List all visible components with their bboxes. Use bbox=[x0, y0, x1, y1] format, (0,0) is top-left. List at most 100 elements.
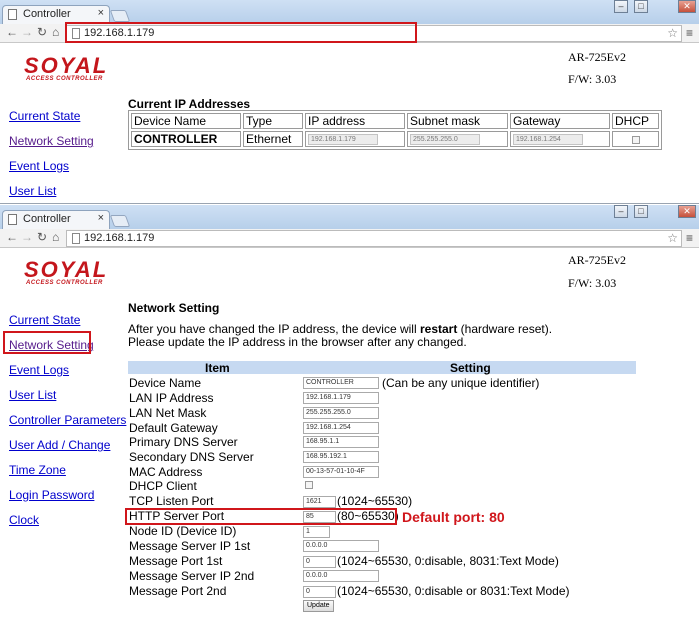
firmware-version: F/W: 3.03 bbox=[568, 72, 617, 86]
message-server-ip-1st-input[interactable]: 0.0.0.0 bbox=[303, 540, 379, 552]
device-name-note: (Can be any unique identifier) bbox=[382, 376, 540, 390]
reload-icon[interactable]: ↻ bbox=[37, 230, 47, 244]
settings-table-header: Item Setting bbox=[128, 361, 636, 375]
tab-title: Controller bbox=[23, 213, 71, 225]
device-model: AR-725Ev2 bbox=[568, 50, 626, 64]
cell-mask: 255.255.255.0 bbox=[407, 131, 508, 147]
sidebar-link-user-list[interactable]: User List bbox=[9, 388, 56, 402]
minimize-button[interactable]: – bbox=[614, 0, 628, 13]
gateway-readonly-field: 192.168.1.254 bbox=[513, 134, 583, 146]
network-setting-highlight-box bbox=[3, 331, 91, 354]
sidebar-link-current-state[interactable]: Current State bbox=[9, 313, 80, 327]
default-port-callout: Default port: 80 bbox=[402, 509, 505, 525]
cell-gateway: 192.168.1.254 bbox=[510, 131, 610, 147]
message-port-1st-note: (1024~65530, 0:disable, 8031:Text Mode) bbox=[337, 554, 559, 568]
browser-window-bottom: Controller × – □ ✕ ← → ↻ ⌂ 192.168.1.179… bbox=[0, 205, 699, 621]
new-tab-button[interactable] bbox=[109, 10, 131, 22]
soyal-logo: SOYAL ACCESS CONTROLLER bbox=[24, 53, 109, 83]
ip-readonly-field: 192.168.1.179 bbox=[308, 134, 378, 146]
net-mask-input[interactable]: 255.255.255.0 bbox=[303, 407, 379, 419]
col-item: Item bbox=[205, 361, 230, 375]
dhcp-client-checkbox[interactable] bbox=[305, 481, 313, 489]
current-ip-table: Device Name Type IP address Subnet mask … bbox=[128, 110, 662, 150]
sidebar-link-clock[interactable]: Clock bbox=[9, 513, 39, 527]
restore-button[interactable]: □ bbox=[634, 0, 648, 13]
browser-toolbar: ← → ↻ ⌂ 192.168.1.179 ☆ ≡ bbox=[0, 229, 699, 248]
primary-dns-input[interactable]: 168.95.1.1 bbox=[303, 436, 379, 448]
tab-strip: Controller × – □ ✕ bbox=[0, 205, 699, 229]
home-icon[interactable]: ⌂ bbox=[52, 25, 59, 39]
node-id-input[interactable]: 1 bbox=[303, 526, 330, 538]
device-model: AR-725Ev2 bbox=[568, 253, 626, 267]
notice-line-2: Please update the IP address in the brow… bbox=[128, 335, 467, 349]
lan-ip-input[interactable]: 192.168.1.179 bbox=[303, 392, 379, 404]
sidebar-link-event-logs[interactable]: Event Logs bbox=[9, 159, 69, 173]
device-name-input[interactable]: CONTROLLER bbox=[303, 377, 379, 389]
current-ip-title: Current IP Addresses bbox=[128, 97, 251, 111]
close-window-button[interactable]: ✕ bbox=[678, 205, 696, 218]
sidebar-link-login-password[interactable]: Login Password bbox=[9, 488, 94, 502]
menu-icon[interactable]: ≡ bbox=[686, 231, 693, 245]
tab-close-icon[interactable]: × bbox=[98, 7, 104, 19]
col-gateway: Gateway bbox=[510, 113, 610, 129]
col-setting: Setting bbox=[450, 361, 491, 375]
star-icon[interactable]: ☆ bbox=[667, 26, 678, 40]
sidebar-link-current-state[interactable]: Current State bbox=[9, 109, 80, 123]
firmware-version: F/W: 3.03 bbox=[568, 276, 617, 290]
forward-arrow-icon[interactable]: → bbox=[21, 230, 33, 244]
new-tab-button[interactable] bbox=[109, 215, 131, 227]
address-bar[interactable]: 192.168.1.179 ☆ bbox=[66, 230, 682, 247]
table-header-row: Device Name Type IP address Subnet mask … bbox=[131, 113, 659, 129]
http-port-highlight-box bbox=[125, 508, 397, 525]
secondary-dns-input[interactable]: 168.95.192.1 bbox=[303, 451, 379, 463]
star-icon[interactable]: ☆ bbox=[667, 231, 678, 245]
gateway-input[interactable]: 192.168.1.254 bbox=[303, 422, 379, 434]
dhcp-checkbox bbox=[631, 135, 640, 144]
cell-dhcp bbox=[612, 131, 659, 147]
tab-close-icon[interactable]: × bbox=[98, 212, 104, 224]
page-icon bbox=[72, 233, 80, 244]
message-server-ip-2nd-input[interactable]: 0.0.0.0 bbox=[303, 570, 379, 582]
update-button[interactable]: Update bbox=[303, 600, 334, 612]
soyal-logo: SOYAL ACCESS CONTROLLER bbox=[24, 257, 109, 287]
back-arrow-icon[interactable]: ← bbox=[6, 25, 18, 39]
page-icon bbox=[8, 214, 17, 225]
restart-notice: After you have changed the IP address, t… bbox=[128, 323, 552, 349]
tcp-port-range: (1024~65530) bbox=[337, 494, 413, 508]
url-highlight-box bbox=[65, 22, 417, 43]
close-window-button[interactable]: ✕ bbox=[678, 0, 696, 13]
tab-strip: Controller × – □ ✕ bbox=[0, 0, 699, 24]
browser-window-top: Controller × – □ ✕ ← → ↻ ⌂ 192.168.1.179… bbox=[0, 0, 699, 204]
sidebar-link-time-zone[interactable]: Time Zone bbox=[9, 463, 66, 477]
restore-button[interactable]: □ bbox=[634, 205, 648, 218]
col-ip-address: IP address bbox=[305, 113, 405, 129]
mac-address-input[interactable]: 00-13-57-01-10-4F bbox=[303, 466, 379, 478]
sidebar-link-network-setting[interactable]: Network Setting bbox=[9, 134, 94, 148]
sidebar-link-controller-parameters[interactable]: Controller Parameters bbox=[9, 413, 126, 427]
message-port-2nd-input[interactable]: 0 bbox=[303, 586, 336, 598]
col-type: Type bbox=[243, 113, 303, 129]
col-subnet-mask: Subnet mask bbox=[407, 113, 508, 129]
network-setting-title: Network Setting bbox=[128, 301, 220, 315]
cell-type: Ethernet bbox=[243, 131, 303, 147]
message-port-2nd-note: (1024~65530, 0:disable or 8031:Text Mode… bbox=[337, 584, 570, 598]
back-arrow-icon[interactable]: ← bbox=[6, 230, 18, 244]
sidebar-link-user-list[interactable]: User List bbox=[9, 184, 56, 198]
minimize-button[interactable]: – bbox=[614, 205, 628, 218]
reload-icon[interactable]: ↻ bbox=[37, 25, 47, 39]
menu-icon[interactable]: ≡ bbox=[686, 26, 693, 40]
cell-device-name: CONTROLLER bbox=[131, 131, 241, 147]
table-row: CONTROLLER Ethernet 192.168.1.179 255.25… bbox=[131, 131, 659, 147]
sidebar-link-event-logs[interactable]: Event Logs bbox=[9, 363, 69, 377]
cell-ip: 192.168.1.179 bbox=[305, 131, 405, 147]
tab-title: Controller bbox=[23, 8, 71, 20]
mask-readonly-field: 255.255.255.0 bbox=[410, 134, 480, 146]
sidebar-link-user-add-change[interactable]: User Add / Change bbox=[9, 438, 110, 452]
tcp-port-input[interactable]: 1621 bbox=[303, 496, 336, 508]
browser-tab[interactable]: Controller × bbox=[2, 210, 110, 229]
url-text: 192.168.1.179 bbox=[84, 232, 155, 244]
message-port-1st-input[interactable]: 0 bbox=[303, 556, 336, 568]
col-dhcp: DHCP bbox=[612, 113, 659, 129]
forward-arrow-icon[interactable]: → bbox=[21, 25, 33, 39]
home-icon[interactable]: ⌂ bbox=[52, 230, 59, 244]
